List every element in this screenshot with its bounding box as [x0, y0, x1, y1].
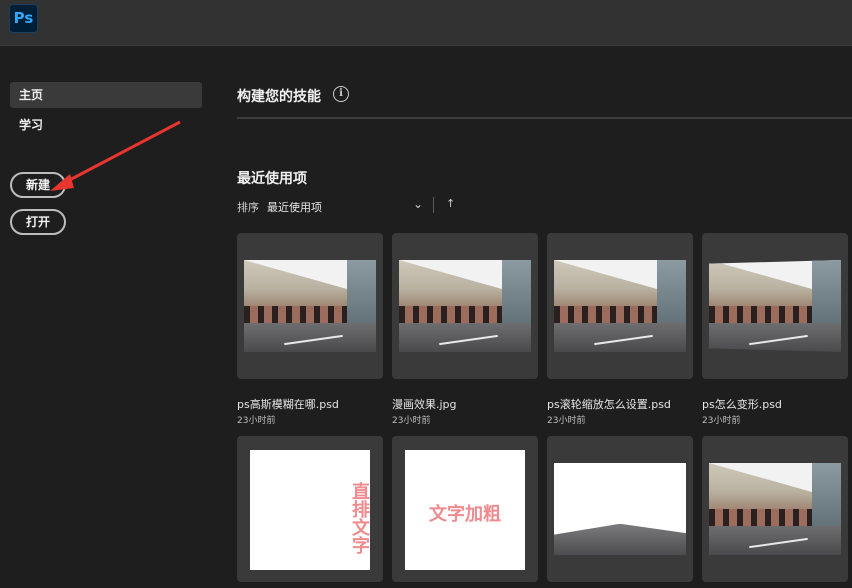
- file-thumbnail[interactable]: [702, 233, 848, 379]
- file-thumbnail[interactable]: [702, 436, 848, 582]
- document-preview: 文字加粗: [405, 450, 525, 570]
- file-time: 23小时前: [392, 416, 431, 426]
- photoshop-logo: Ps: [9, 4, 38, 33]
- warped-street-photo-image: [709, 260, 841, 352]
- file-name[interactable]: ps滚轮缩放怎么设置.psd: [547, 396, 671, 412]
- divider: [237, 117, 852, 119]
- new-button[interactable]: 新建: [10, 172, 66, 198]
- thumbnail-text: 直排文字: [349, 482, 370, 554]
- thumbnail-text: 文字加粗: [429, 504, 501, 525]
- chevron-down-icon[interactable]: ⌄: [413, 197, 423, 211]
- file-thumbnail[interactable]: [237, 233, 383, 379]
- sidebar: 主页 学习 新建 打开: [0, 46, 215, 588]
- file-time: 23小时前: [547, 416, 586, 426]
- sort-direction-icon[interactable]: ↑: [446, 197, 455, 210]
- file-thumbnail[interactable]: [547, 233, 693, 379]
- sidebar-item-learn[interactable]: 学习: [10, 112, 202, 138]
- main-content: 构建您的技能 i 最近使用项 排序 最近使用项 ⌄ ↑ ps高斯模糊在哪.psd…: [237, 46, 852, 588]
- sidebar-item-home[interactable]: 主页: [10, 82, 202, 108]
- sort-label: 排序: [237, 201, 259, 214]
- file-time: 23小时前: [237, 416, 276, 426]
- file-name[interactable]: ps高斯模糊在哪.psd: [237, 396, 339, 412]
- open-button[interactable]: 打开: [10, 209, 66, 235]
- street-photo-image: [244, 260, 376, 352]
- file-time: 23小时前: [702, 416, 741, 426]
- document-preview: 直排文字: [250, 450, 370, 570]
- file-thumbnail[interactable]: [392, 233, 538, 379]
- street-photo-image: [399, 260, 531, 352]
- file-name[interactable]: 漫画效果.jpg: [392, 396, 457, 412]
- sort-separator: [433, 197, 434, 213]
- panorama-image: [554, 463, 686, 555]
- street-photo-image: [554, 260, 686, 352]
- page-title: 构建您的技能: [237, 89, 321, 105]
- info-icon[interactable]: i: [333, 86, 349, 102]
- file-thumbnail[interactable]: [547, 436, 693, 582]
- file-thumbnail[interactable]: 文字加粗: [392, 436, 538, 582]
- recent-section-title: 最近使用项: [237, 171, 307, 187]
- file-thumbnail[interactable]: 直排文字: [237, 436, 383, 582]
- street-photo-image: [709, 463, 841, 555]
- sort-select[interactable]: 最近使用项: [267, 199, 322, 215]
- title-bar: Ps: [0, 0, 852, 46]
- file-name[interactable]: ps怎么变形.psd: [702, 396, 782, 412]
